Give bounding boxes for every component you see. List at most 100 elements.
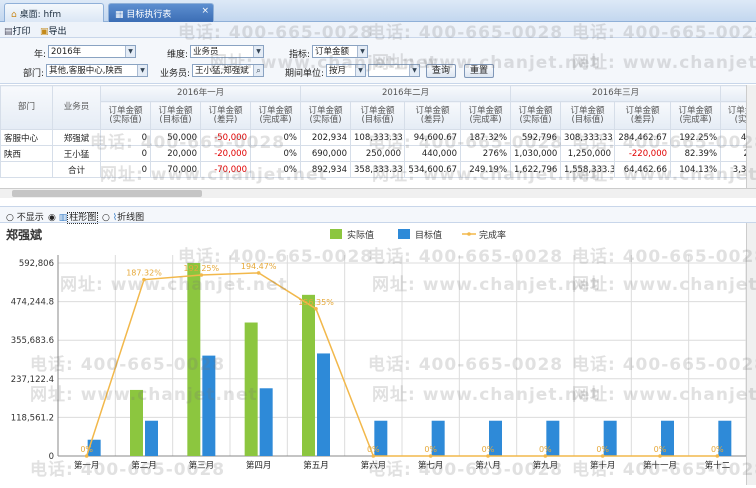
table-cell: 1,622,796 [510, 161, 562, 178]
table-cell: 308,333.33 [560, 129, 616, 146]
header-subcolumn: 订单金额 (目标值) [150, 101, 201, 130]
rate-point [715, 454, 720, 458]
table-row[interactable]: 客服中心 郑强斌 0 50,000 -50,000 0% 202,934 108,333.33… [0, 129, 746, 146]
tab-desktop-label: 桌面: hfm [19, 10, 62, 20]
rate-point [486, 454, 490, 458]
table-cell: 3,305 [720, 161, 746, 178]
legend-label: 实际值 [347, 229, 374, 241]
salesperson-input[interactable]: 王小猛,郑强斌 ⌕ [192, 64, 264, 77]
rate-point-label: 0% [424, 445, 437, 454]
close-icon[interactable]: × [201, 6, 209, 16]
reset-button[interactable]: 重置 [464, 64, 494, 78]
table-cell: -70,000 [200, 161, 251, 178]
table-cell: -20,000 [200, 145, 251, 162]
header-subcolumn: 订单金额 (完成率) [670, 101, 722, 130]
table-cell: 50,000 [150, 129, 201, 146]
vertical-scrollbar[interactable] [746, 85, 756, 188]
bar-actual [130, 389, 143, 456]
rate-point [658, 454, 662, 458]
table-cell: 0 [100, 161, 151, 178]
x-tick-label: 第十月 [590, 460, 616, 471]
bar-line-chart: 郑强斌 实际值 目标值 完成率 0 118,561.2 237,122.4 355,683.6… [6, 227, 747, 471]
chevron-down-icon: ▼ [355, 65, 365, 76]
table-row[interactable]: 陕西 王小猛 0 20,000 -20,000 0% 690,000 250,000 440,0… [0, 145, 746, 162]
table-cell: 1,250,000 [560, 145, 616, 162]
tab-desktop[interactable]: ⌂ 桌面: hfm [4, 3, 104, 22]
horizontal-scrollbar[interactable] [0, 188, 756, 198]
chart-mode-bar: ○ 不显示 ◉ ▥ 柱形图 ○ ⌇折线图 [0, 206, 756, 224]
cell-salesperson: 合计 [52, 161, 101, 178]
bar-target [317, 353, 330, 456]
table-cell: 0 [100, 145, 151, 162]
print-button[interactable]: ▤打印 [4, 24, 31, 37]
header-subcolumn: 订单金额 (差异) [404, 101, 462, 130]
table-cell: 276% [460, 145, 512, 162]
cell-department: 陕西 [0, 145, 53, 162]
department-select[interactable]: 其他,客服中心,陕西 ▼ [46, 64, 148, 77]
scroll-thumb[interactable] [12, 190, 202, 197]
table-icon: ▦ [115, 10, 124, 20]
chart-area: 郑强斌 实际值 目标值 完成率 0 118,561.2 237,122.4 355,683.6… [0, 223, 756, 485]
metric-label: 指标: [288, 50, 310, 60]
rate-point [428, 454, 433, 458]
table-cell: 192.25% [670, 129, 722, 146]
table-cell: 1,558,333.33 [560, 161, 616, 178]
cell-salesperson: 郑强斌 [52, 129, 101, 146]
search-icon[interactable]: ⌕ [253, 65, 263, 76]
rate-point [256, 271, 261, 275]
y-tick-label: 0 [49, 452, 54, 462]
print-label: 打印 [12, 27, 31, 37]
bar-chart-icon: ▥ [58, 213, 68, 223]
cell-salesperson: 王小猛 [52, 145, 101, 162]
table-cell: 202,934 [300, 129, 352, 146]
x-tick-label: 第十二 [705, 460, 731, 471]
table-cell: 108,333.33 [350, 129, 406, 146]
x-tick-label: 第七月 [418, 460, 444, 471]
table-cell: 0% [249, 161, 302, 178]
mode-bar-option[interactable]: ◉ ▥ 柱形图 [48, 210, 99, 224]
header-subcolumn: 订单金额 (差异) [200, 101, 251, 130]
mode-line-option[interactable]: ○ ⌇折线图 [102, 210, 144, 223]
year-select[interactable]: 2016年 ▼ [48, 45, 136, 58]
table-cell: 358,333.33 [350, 161, 406, 178]
period-select[interactable]: ▼ [368, 64, 420, 77]
table-cell: 1,030,000 [510, 145, 562, 162]
header-month: 2016年一月 [99, 85, 302, 102]
cell-department: 客服中心 [0, 129, 53, 146]
table-cell: 405 [720, 129, 746, 146]
metric-select[interactable]: 订单金额 ▼ [312, 45, 368, 58]
table-cell: 94,600.67 [404, 129, 462, 146]
chevron-down-icon: ▼ [125, 46, 135, 57]
rate-point-label: 0% [711, 445, 724, 454]
y-tick-label: 355,683.6 [11, 336, 54, 346]
rate-point [371, 454, 376, 458]
chart-vertical-scrollbar[interactable] [746, 223, 756, 485]
period-unit-select[interactable]: 按月 ▼ [326, 64, 366, 77]
bar-target [259, 388, 273, 456]
toolbar: ▤打印 ▣导出 [0, 22, 756, 38]
home-icon: ⌂ [11, 10, 17, 20]
header-subcolumn: 订单金额 (差异) [614, 101, 672, 130]
tab-target-execution[interactable]: ▦ 目标执行表 × [108, 3, 214, 22]
query-button[interactable]: 查询 [426, 64, 456, 78]
header-subcolumn: 订单金额 (目标值) [560, 101, 616, 130]
x-tick-label: 第八月 [475, 460, 501, 471]
printer-icon: ▤ [4, 27, 13, 37]
rate-point-label: 0% [482, 445, 495, 454]
dimension-select[interactable]: 业务员 ▼ [190, 45, 264, 58]
header-month: 2016年二月 [300, 85, 512, 102]
rate-point [314, 307, 318, 311]
table-cell: 249.19% [460, 161, 512, 178]
table-cell: 64,462.66 [614, 161, 672, 178]
table-row[interactable]: 合计 0 70,000 -70,000 0% 892,934 358,333.33 534,6… [0, 161, 746, 178]
header-subcolumn: 订单金额 (实际值) [300, 101, 352, 130]
chevron-down-icon: ▼ [409, 65, 419, 76]
table-cell: 104.13% [670, 161, 722, 178]
table-cell: -220,000 [614, 145, 672, 162]
rate-point [84, 454, 89, 458]
y-tick-label: 592,806 [19, 259, 54, 269]
rate-point-label: 0% [539, 445, 552, 454]
mode-hide-option[interactable]: ○ 不显示 [6, 210, 44, 223]
chevron-down-icon: ▼ [357, 46, 367, 57]
export-button[interactable]: ▣导出 [40, 24, 67, 37]
